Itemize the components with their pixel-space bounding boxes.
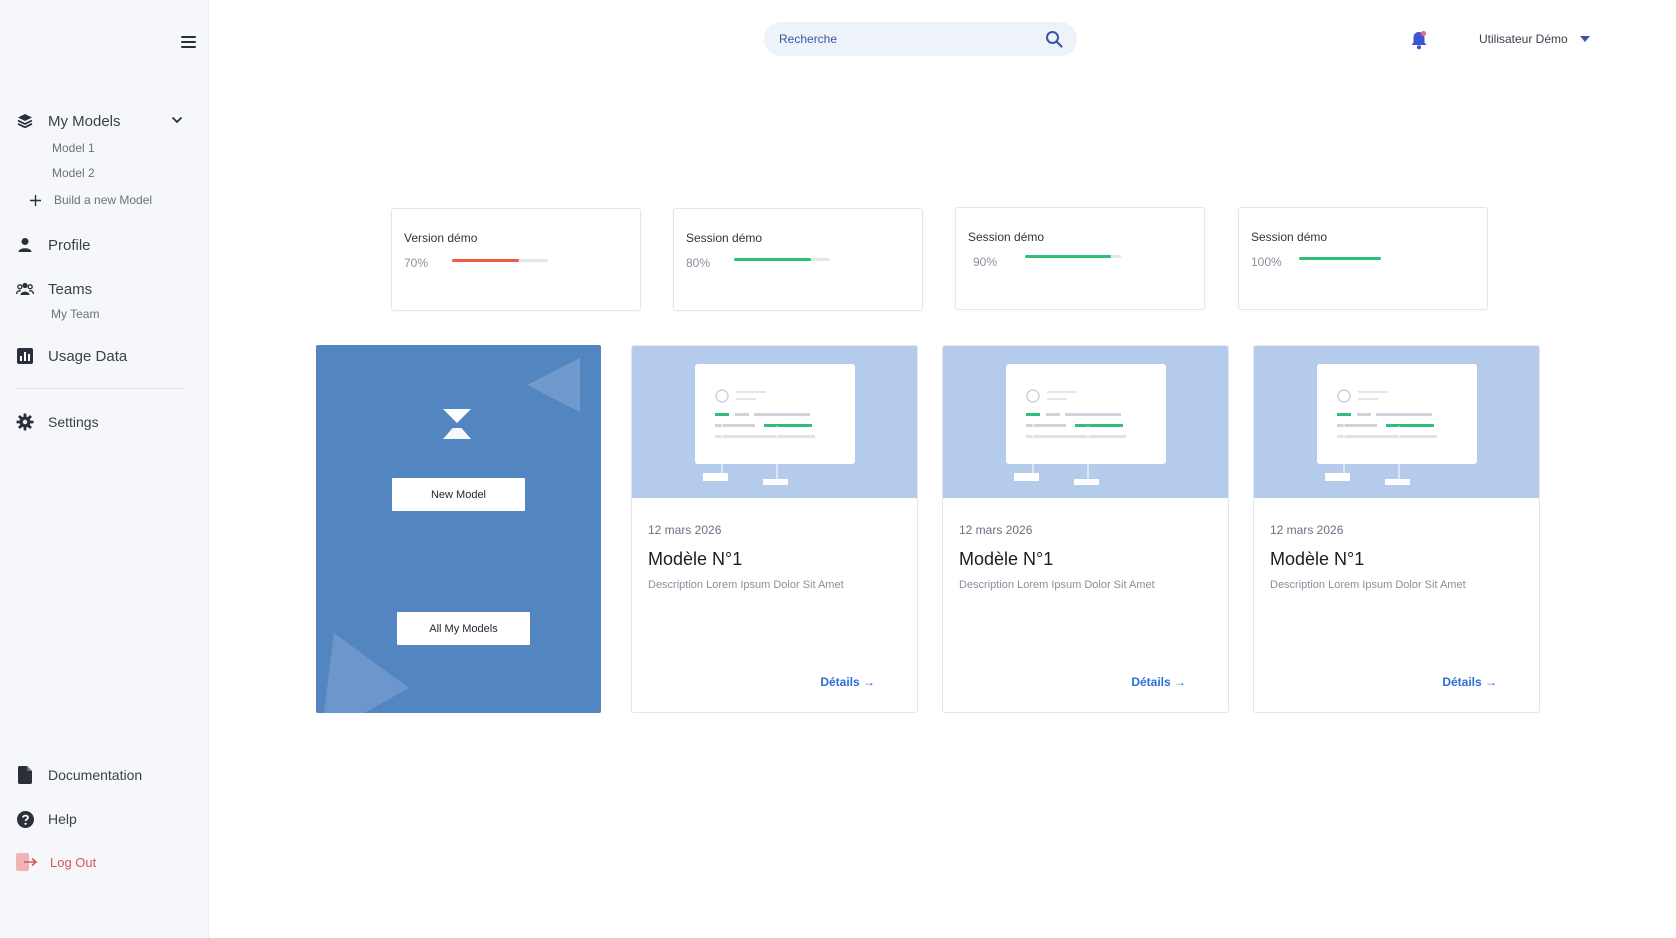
model-card: 12 mars 2026 Modèle N°1 Description Lore…: [631, 345, 918, 713]
caret-down-icon: [1579, 36, 1590, 42]
gear-icon: [16, 413, 34, 431]
progress-fill: [1299, 257, 1381, 260]
model-thumbnail: [632, 346, 917, 498]
model-card: 12 mars 2026 Modèle N°1 Description Lore…: [1253, 345, 1540, 713]
decorative-triangle: [527, 358, 580, 412]
menu-icon[interactable]: [181, 36, 196, 48]
stat-card: Session démo 80%: [673, 208, 923, 311]
sidebar-subitem-model-2[interactable]: Model 2: [52, 166, 95, 180]
sidebar-item-documentation[interactable]: Documentation: [16, 766, 142, 784]
model-preview-illustration: [695, 364, 855, 485]
model-preview-illustration: [1006, 364, 1166, 485]
stat-percent: 80%: [686, 256, 711, 270]
stat-title: Session démo: [968, 230, 1045, 244]
user-icon: [16, 236, 34, 254]
user-name: Utilisateur Démo: [1479, 32, 1568, 46]
progress-fill: [734, 258, 811, 261]
sidebar-item-help[interactable]: Help: [16, 810, 77, 828]
sidebar-subitem-my-team[interactable]: My Team: [51, 307, 99, 321]
build-new-model-link[interactable]: Build a new Model: [26, 191, 152, 209]
model-date: 12 mars 2026: [1270, 523, 1344, 537]
progress-track: [1025, 255, 1121, 258]
layers-icon: [16, 112, 34, 130]
stat-title: Version démo: [404, 231, 478, 245]
user-menu[interactable]: Utilisateur Démo: [1479, 32, 1590, 46]
sidebar-subitem-model-1[interactable]: Model 1: [52, 141, 95, 155]
stat-card: Session démo 90%: [955, 207, 1205, 310]
model-description: Description Lorem Ipsum Dolor Sit Amet: [1270, 579, 1466, 591]
progress-track: [452, 259, 548, 262]
new-model-card: New Model All My Models: [316, 345, 601, 713]
progress-fill: [452, 259, 520, 262]
search-input[interactable]: [779, 32, 1045, 46]
model-date: 12 mars 2026: [648, 523, 722, 537]
decorative-triangle: [324, 633, 409, 713]
sidebar-item-teams[interactable]: Teams: [16, 280, 92, 298]
sidebar-item-my-models[interactable]: My Models: [16, 112, 121, 130]
logout-icon: [16, 853, 38, 871]
sidebar-item-logout[interactable]: Log Out: [16, 853, 96, 871]
sidebar: My Models Model 1 Model 2 Build a new Mo…: [0, 0, 209, 938]
model-preview-illustration: [1317, 364, 1477, 485]
details-link[interactable]: Détails →: [820, 675, 875, 689]
progress-fill: [1025, 255, 1112, 258]
model-description: Description Lorem Ipsum Dolor Sit Amet: [648, 579, 844, 591]
progress-track: [1299, 257, 1381, 260]
new-model-button[interactable]: New Model: [392, 478, 525, 511]
stat-title: Session démo: [686, 231, 763, 245]
progress-track: [734, 258, 830, 261]
search-bar: [764, 22, 1077, 56]
sidebar-divider: [16, 388, 184, 389]
model-description: Description Lorem Ipsum Dolor Sit Amet: [959, 579, 1155, 591]
stat-card: Session démo 100%: [1238, 207, 1488, 310]
bar-chart-icon: [16, 347, 34, 365]
details-link[interactable]: Détails →: [1442, 675, 1497, 689]
model-title: Modèle N°1: [648, 549, 743, 569]
all-my-models-button[interactable]: All My Models: [397, 612, 530, 645]
bell-icon[interactable]: [1410, 30, 1428, 50]
model-date: 12 mars 2026: [959, 523, 1033, 537]
sidebar-item-usage-data[interactable]: Usage Data: [16, 347, 127, 365]
search-icon[interactable]: [1045, 30, 1063, 48]
sidebar-item-settings[interactable]: Settings: [16, 413, 99, 431]
stat-percent: 100%: [1251, 255, 1282, 269]
model-card: 12 mars 2026 Modèle N°1 Description Lore…: [942, 345, 1229, 713]
document-icon: [16, 766, 34, 784]
model-thumbnail: [1254, 346, 1539, 498]
stat-title: Session démo: [1251, 230, 1328, 244]
app-logo-icon: [443, 409, 471, 439]
plus-icon: [26, 191, 44, 209]
stat-percent: 90%: [973, 255, 998, 269]
sidebar-item-label: My Models: [48, 112, 121, 130]
details-link[interactable]: Détails →: [1131, 675, 1186, 689]
help-icon: [16, 810, 34, 828]
model-thumbnail: [943, 346, 1228, 498]
stat-percent: 70%: [404, 256, 429, 270]
stat-card: Version démo 70%: [391, 208, 641, 311]
model-title: Modèle N°1: [959, 549, 1054, 569]
model-title: Modèle N°1: [1270, 549, 1365, 569]
sidebar-item-profile[interactable]: Profile: [16, 236, 91, 254]
team-icon: [16, 280, 34, 298]
chevron-down-icon[interactable]: [171, 114, 183, 126]
